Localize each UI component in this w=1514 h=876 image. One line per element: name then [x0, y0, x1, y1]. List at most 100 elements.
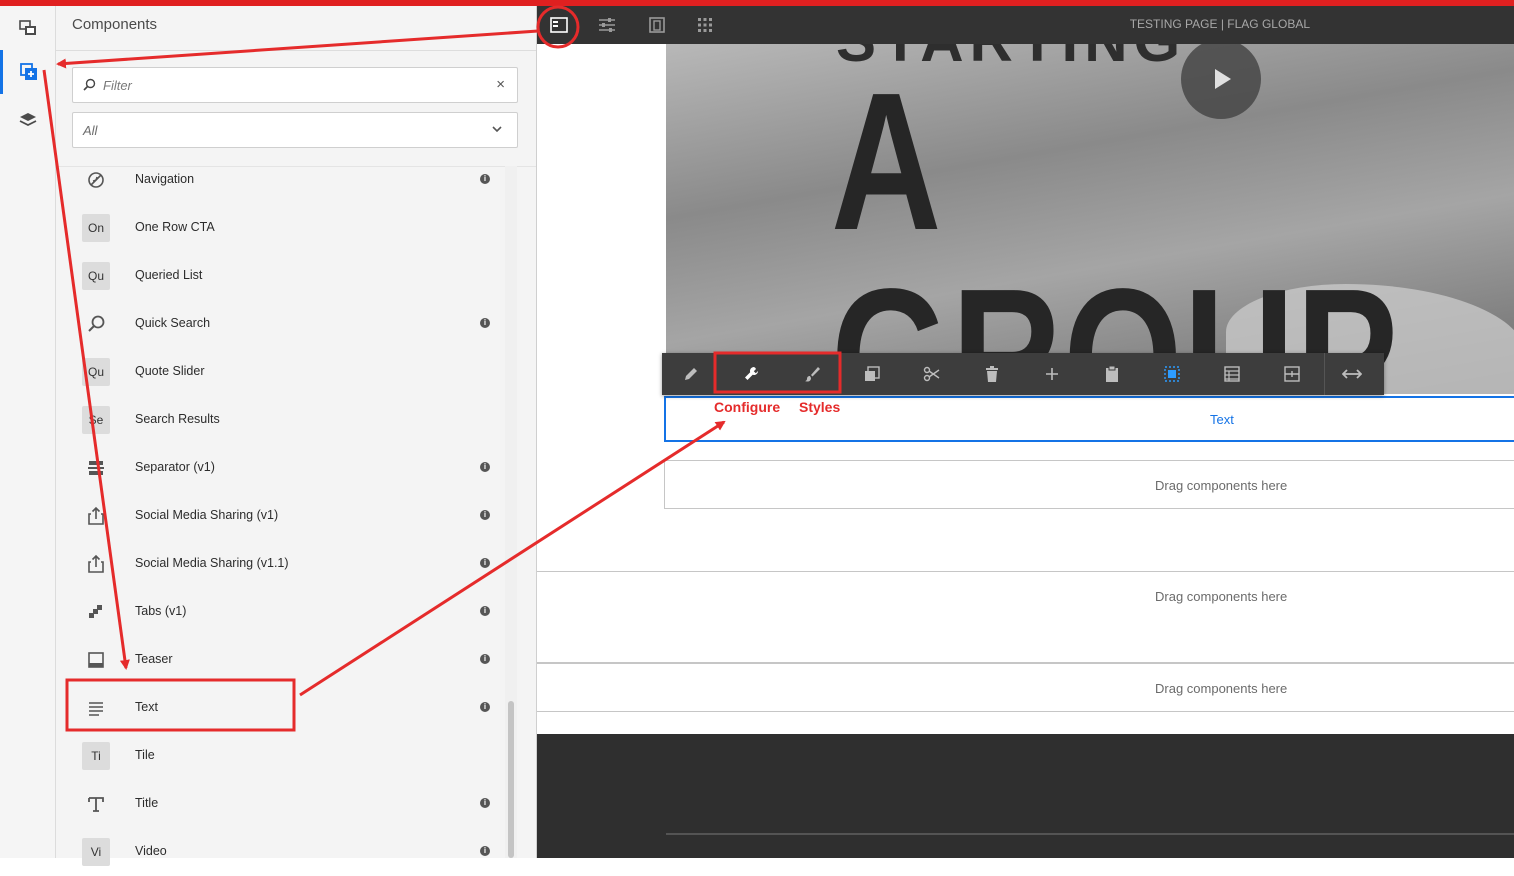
assets-icon — [18, 20, 36, 35]
component-label: Text — [135, 700, 158, 714]
layout-button[interactable] — [1217, 359, 1247, 389]
text-component-label: Text — [1210, 412, 1234, 427]
drop-zone-1[interactable]: Drag components here — [664, 460, 1514, 509]
info-icon[interactable]: i — [480, 798, 490, 808]
component-label: Quote Slider — [135, 364, 205, 378]
component-label: Tile — [135, 748, 155, 762]
drop-zone-label: Drag components here — [1155, 589, 1288, 604]
search-icon — [88, 315, 105, 332]
component-social-media-sharing-v1-1[interactable]: Social Media Sharing (v1.1) i — [56, 540, 506, 588]
cut-button[interactable] — [917, 359, 947, 389]
group-button[interactable] — [1277, 359, 1307, 389]
group-icon — [1284, 366, 1300, 382]
abbr-badge: On — [82, 214, 110, 242]
list-scrollbar-thumb[interactable] — [508, 701, 514, 858]
info-icon[interactable]: i — [480, 654, 490, 664]
components-rail-button[interactable] — [0, 50, 55, 94]
component-quick-search[interactable]: Quick Search i — [56, 300, 506, 348]
component-label: Queried List — [135, 268, 203, 282]
filter-placeholder: Filter — [103, 78, 132, 93]
info-icon[interactable]: i — [480, 174, 490, 184]
toolbar-divider — [1324, 353, 1325, 395]
component-label: One Row CTA — [135, 220, 215, 234]
component-label: Video — [135, 844, 167, 858]
filter-input[interactable]: Filter × — [72, 67, 518, 103]
chevron-down-icon — [492, 126, 502, 133]
sliders-icon — [599, 18, 615, 32]
select-parent-icon — [1164, 366, 1180, 382]
component-search-results[interactable]: Se Search Results — [56, 396, 506, 444]
component-social-media-sharing-v1[interactable]: Social Media Sharing (v1) i — [56, 492, 506, 540]
panel-title: Components — [72, 16, 158, 33]
component-teaser[interactable]: Teaser i — [56, 636, 506, 684]
paste-button[interactable] — [1097, 359, 1127, 389]
drop-zone-2[interactable]: Drag components here — [537, 571, 1514, 621]
drop-zone-label: Drag components here — [1155, 681, 1288, 696]
text-align-icon — [89, 702, 103, 716]
component-group-select[interactable]: All — [72, 112, 518, 148]
emulator-button[interactable] — [641, 10, 673, 40]
copy-icon — [865, 366, 880, 381]
component-title[interactable]: Title i — [56, 780, 506, 828]
component-quote-slider[interactable]: Qu Quote Slider — [56, 348, 506, 396]
component-label: Separator (v1) — [135, 460, 215, 474]
abbr-badge: Ti — [82, 742, 110, 770]
info-icon[interactable]: i — [480, 318, 490, 328]
trash-icon — [986, 366, 998, 382]
component-text[interactable]: Text i — [56, 684, 506, 732]
component-tile[interactable]: Ti Tile — [56, 732, 506, 780]
drop-zone-spacer — [537, 620, 1514, 663]
components-panel: Components Filter × All Navigation i On … — [56, 6, 537, 866]
styles-button[interactable] — [797, 359, 827, 389]
clipboard-icon — [1106, 365, 1118, 382]
component-navigation[interactable]: Navigation i — [56, 156, 506, 204]
resize-button[interactable] — [1337, 359, 1367, 389]
page-properties-button[interactable] — [591, 10, 623, 40]
copy-button[interactable] — [857, 359, 887, 389]
hero-headline: A GROUP — [831, 52, 1400, 395]
side-rail — [0, 6, 56, 858]
toggle-side-panel-button[interactable] — [543, 10, 575, 40]
component-separator[interactable]: Separator (v1) i — [56, 444, 506, 492]
delete-button[interactable] — [977, 359, 1007, 389]
page-canvas: STARTING A GROUP Text — [537, 44, 1514, 858]
component-label: Title — [135, 796, 159, 810]
abbr-badge: Se — [82, 406, 110, 434]
layout-icon — [1224, 366, 1240, 382]
text-component[interactable]: Text — [664, 396, 1514, 442]
share-icon — [88, 554, 104, 573]
info-icon[interactable]: i — [480, 846, 490, 856]
abbr-badge: Qu — [82, 358, 110, 386]
info-icon[interactable]: i — [480, 462, 490, 472]
drop-zone-3[interactable]: Drag components here — [537, 663, 1514, 712]
select-parent-button[interactable] — [1157, 359, 1187, 389]
component-one-row-cta[interactable]: On One Row CTA — [56, 204, 506, 252]
editor-toolbar: TESTING PAGE | FLAG GLOBAL — [537, 6, 1514, 44]
info-icon[interactable]: i — [480, 558, 490, 568]
hero-image: STARTING A GROUP — [666, 44, 1514, 394]
edit-button[interactable] — [676, 359, 706, 389]
tabs-icon — [89, 605, 102, 618]
title-icon — [88, 797, 104, 812]
component-queried-list[interactable]: Qu Queried List — [56, 252, 506, 300]
component-video[interactable]: Vi Video i — [56, 828, 506, 876]
pencil-icon — [685, 368, 697, 380]
layers-rail-button[interactable] — [0, 98, 55, 142]
device-icon — [649, 17, 665, 33]
wrench-icon — [745, 366, 759, 380]
annotations-grid-button[interactable] — [689, 10, 721, 40]
assets-rail-button[interactable] — [0, 6, 55, 50]
components-icon — [20, 63, 37, 80]
plus-icon — [1046, 368, 1058, 380]
component-label: Navigation — [135, 172, 195, 186]
info-icon[interactable]: i — [480, 702, 490, 712]
component-label: Quick Search — [135, 316, 211, 330]
insert-component-button[interactable] — [1037, 359, 1067, 389]
configure-button[interactable] — [737, 359, 767, 389]
component-label: Search Results — [135, 412, 220, 426]
clear-filter-icon[interactable]: × — [496, 76, 505, 93]
page-footer — [537, 734, 1514, 858]
info-icon[interactable]: i — [480, 510, 490, 520]
info-icon[interactable]: i — [480, 606, 490, 616]
component-tabs[interactable]: Tabs (v1) i — [56, 588, 506, 636]
